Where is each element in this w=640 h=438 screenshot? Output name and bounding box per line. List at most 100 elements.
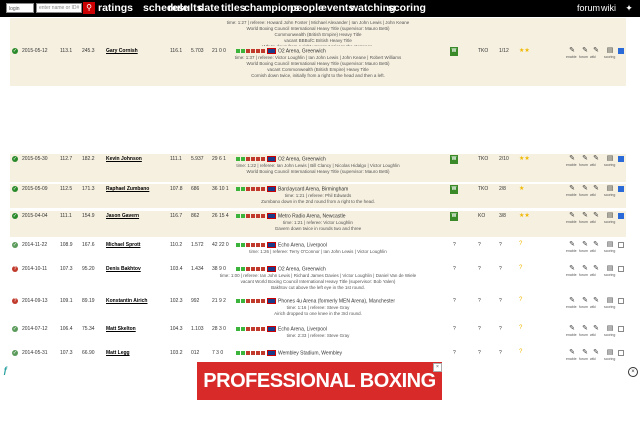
login-select[interactable]: login — [6, 3, 34, 13]
last-six-bar — [251, 299, 255, 304]
opponent-record: 28 3 0 — [212, 326, 226, 332]
last-six-bar — [256, 299, 260, 304]
last-six-bar — [256, 214, 260, 219]
fight-detail-line: Cornish down twice, initially from a rig… — [251, 73, 385, 78]
nav-ratings[interactable]: ratings — [98, 2, 133, 14]
nav-forum[interactable]: forum — [577, 3, 600, 13]
opponent-rating: 992 — [191, 298, 200, 304]
last-six-bar — [241, 351, 245, 356]
rating-stars: ★★ — [519, 48, 530, 54]
rating-before: 111.1 — [60, 213, 72, 219]
last-six-bar — [251, 157, 255, 162]
close-icon[interactable]: × — [628, 367, 638, 377]
opponent-record: 21 9 2 — [212, 298, 226, 304]
select-checkbox[interactable] — [618, 350, 624, 356]
rating-after: 75.34 — [82, 326, 95, 332]
fight-date: 2015-05-09 — [22, 186, 48, 192]
opponent-rating: 1.572 — [191, 242, 204, 248]
method: ? — [478, 266, 481, 272]
last-six-bar — [261, 214, 265, 219]
last-six-bar — [256, 351, 260, 356]
fight-date: 2015-04-04 — [22, 213, 48, 219]
rounds: ? — [499, 266, 502, 272]
ad-logo-icon[interactable]: ƒ — [3, 366, 12, 375]
opponent-link[interactable]: Denis Bakhtov — [106, 266, 141, 272]
result: ? — [453, 242, 456, 248]
rating-stars: ? — [519, 265, 523, 271]
venue-label: Echo Arena, Liverpool — [278, 326, 327, 333]
rating-stars: ★★ — [519, 156, 530, 162]
search-icon[interactable]: ⚲ — [83, 2, 95, 14]
opponent-link[interactable]: Matt Skelton — [106, 326, 136, 332]
table-row: ✓ 2014-05-31 107.3 66.90 Matt Legg 103.2 012 7 … — [10, 348, 626, 362]
rating-before: 112.7 — [60, 156, 73, 162]
top-navbar: login enter name or ID# ⚲ ratings schedu… — [0, 0, 640, 17]
venue: Phones 4u Arena (formerly MEN Arena), Ma… — [267, 298, 395, 304]
uk-flag-icon — [267, 326, 276, 332]
select-checkbox[interactable] — [618, 298, 624, 304]
nav-people[interactable]: people — [290, 2, 324, 14]
uk-flag-icon — [267, 213, 276, 219]
opponent-weight: 110.2 — [170, 242, 183, 248]
opponent-link[interactable]: Jason Gavern — [106, 213, 139, 219]
ad-close-icon[interactable]: × — [433, 363, 442, 372]
last-six-bar — [236, 327, 240, 332]
fight-date: 2014-10-11 — [22, 266, 48, 272]
table-row: ✓ 2015-04-04 111.1 154.9 Jason Gavern 116.7 86… — [10, 211, 626, 237]
rating-before: 109.1 — [60, 298, 73, 304]
opponent-rating: 1.434 — [191, 266, 204, 272]
last-six-bar — [261, 351, 265, 356]
last-six-bar — [246, 187, 250, 192]
opponent-weight: 102.3 — [170, 298, 183, 304]
rating-after: 167.6 — [82, 242, 95, 248]
last-six-bar — [246, 214, 250, 219]
opponent-link[interactable]: Kevin Johnson — [106, 156, 142, 162]
result-icon: ✓ — [12, 242, 18, 248]
nav-date[interactable]: date — [198, 2, 220, 14]
opponent-record: 36 10 1 — [212, 186, 229, 192]
select-checkbox[interactable] — [618, 156, 624, 162]
select-checkbox[interactable] — [618, 48, 624, 54]
fight-detail-line: Zumbano down in the 2nd round from a rig… — [261, 199, 375, 204]
last-six-bar — [241, 243, 245, 248]
venue-label: Barclaycard Arena, Birmingham — [278, 186, 349, 193]
twitter-icon[interactable]: ✦ — [623, 3, 635, 14]
rating-before: 112.5 — [60, 186, 73, 192]
select-checkbox[interactable] — [618, 266, 624, 272]
ad-banner[interactable]: PROFESSIONAL BOXING EQUIPMENT — [197, 362, 442, 430]
last-six-bar — [261, 299, 265, 304]
last-six-bar — [251, 49, 255, 54]
opponent-link[interactable]: Gary Cornish — [106, 48, 138, 54]
last-six-bar — [246, 351, 250, 356]
uk-flag-icon — [267, 242, 276, 248]
fight-date: 2014-07-12 — [22, 326, 48, 332]
last-six-bar — [256, 267, 260, 272]
fight-detail-line: Gavern down twice in rounds two and thre… — [274, 226, 362, 231]
method: TKO — [478, 186, 489, 192]
last-six-bars — [236, 327, 266, 333]
nav-scoring[interactable]: scoring — [388, 2, 426, 14]
last-six-bar — [261, 267, 265, 272]
last-six-bar — [246, 157, 250, 162]
opponent-link[interactable]: Konstantin Airich — [106, 298, 147, 304]
result-icon: ✓ — [12, 186, 18, 192]
nav-wiki[interactable]: wiki — [601, 3, 616, 13]
venue: Barclaycard Arena, Birmingham — [267, 186, 348, 192]
select-checkbox[interactable] — [618, 213, 624, 219]
select-checkbox[interactable] — [618, 186, 624, 192]
select-checkbox[interactable] — [618, 326, 624, 332]
rating-stars: ? — [519, 297, 523, 303]
rating-after: 95.20 — [82, 266, 95, 272]
nav-titles[interactable]: titles — [221, 2, 246, 14]
venue: Echo Arena, Liverpool — [267, 326, 327, 332]
select-checkbox[interactable] — [618, 242, 624, 248]
search-input[interactable]: enter name or ID# — [36, 3, 82, 13]
opponent-link[interactable]: Raphael Zumbano — [106, 186, 149, 192]
opponent-link[interactable]: Matt Legg — [106, 350, 130, 356]
last-six-bar — [261, 49, 265, 54]
last-six-bar — [236, 299, 240, 304]
venue: Echo Arena, Liverpool — [267, 242, 327, 248]
opponent-link[interactable]: Michael Sprott — [106, 242, 140, 248]
uk-flag-icon — [267, 298, 276, 304]
opponent-weight: 111.1 — [170, 156, 182, 162]
